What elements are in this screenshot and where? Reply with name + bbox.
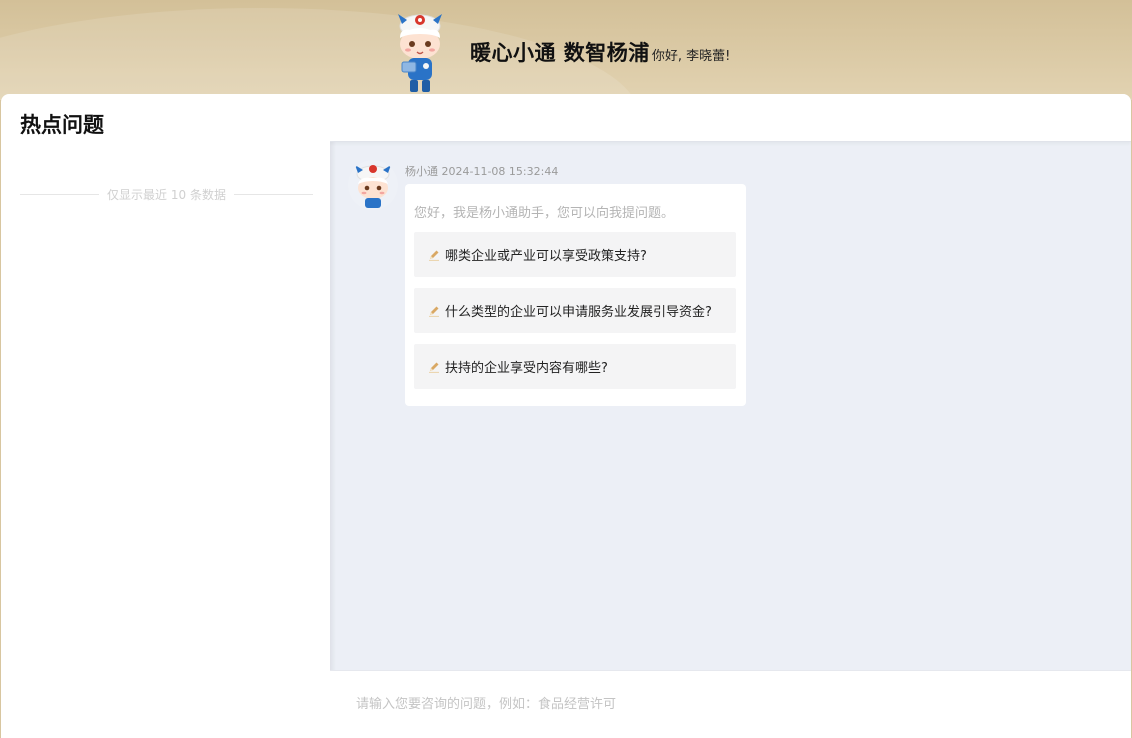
chat-topbar (330, 94, 1131, 142)
pencil-icon (429, 306, 439, 317)
message-sender: 杨小通 (405, 165, 438, 178)
suggested-question-text: 扶持的企业享受内容有哪些? (445, 361, 608, 376)
pencil-icon (429, 250, 439, 261)
mascot-avatar-icon (348, 160, 398, 210)
mascot-robot-icon (398, 14, 442, 92)
divider-line-right (233, 194, 313, 195)
brand-title: 暖心小通 数智杨浦 (470, 41, 650, 65)
recent-limit-note: 仅显示最近 10 条数据 (107, 188, 226, 202)
suggested-question-text: 什么类型的企业可以申请服务业发展引导资金? (445, 305, 712, 320)
user-greeting: 你好, 李晓蕾! (651, 48, 731, 64)
brand: 暖心小通 数智杨浦 你好, 李晓蕾! (388, 10, 730, 94)
chat-input-area (330, 670, 1131, 738)
suggested-question[interactable]: 什么类型的企业可以申请服务业发展引导资金? (414, 288, 736, 333)
message-meta: 杨小通 2024-11-08 15:32:44 (405, 163, 558, 179)
message-timestamp: 2024-11-08 15:32:44 (441, 165, 559, 178)
divider-line-left (20, 194, 100, 195)
pencil-icon (429, 362, 439, 373)
sidebar-divider-note: 仅显示最近 10 条数据 (20, 186, 313, 203)
suggested-question[interactable]: 哪类企业或产业可以享受政策支持? (414, 232, 736, 277)
chat-panel: 杨小通 2024-11-08 15:32:44 您好，我是杨小通助手，您可以向我… (330, 94, 1131, 738)
sidebar-title: 热点问题 (20, 113, 104, 137)
chat-edge-shadow (330, 142, 336, 670)
suggested-question-text: 哪类企业或产业可以享受政策支持? (445, 249, 647, 264)
chat-input[interactable] (356, 689, 1096, 719)
sidebar: 热点问题 仅显示最近 10 条数据 (1, 94, 330, 738)
avatar (348, 160, 398, 210)
message-intro: 您好，我是杨小通助手，您可以向我提问题。 (414, 206, 675, 221)
suggested-question[interactable]: 扶持的企业享受内容有哪些? (414, 344, 736, 389)
header: 暖心小通 数智杨浦 你好, 李晓蕾! (0, 0, 1132, 100)
message-bubble: 您好，我是杨小通助手，您可以向我提问题。 哪类企业或产业可以享受政策支持? 什么… (405, 184, 746, 406)
